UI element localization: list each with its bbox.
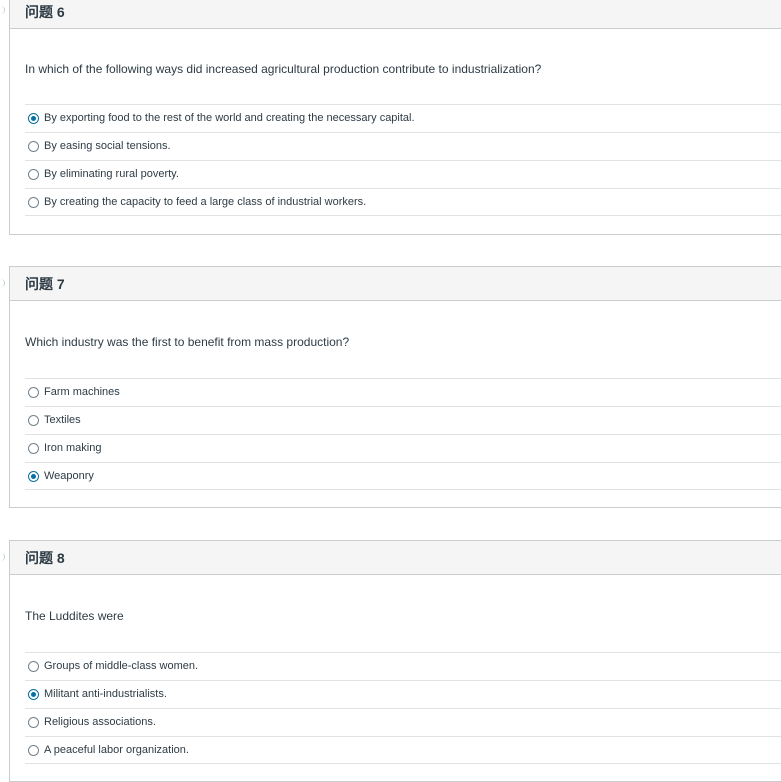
answer-option[interactable]: Farm machines bbox=[25, 378, 781, 406]
answer-label: Farm machines bbox=[44, 386, 120, 398]
question-8: 问题 8 The Luddites were Groups of middle-… bbox=[9, 540, 781, 782]
question-header: 问题 8 bbox=[10, 541, 781, 575]
answer-option[interactable]: By easing social tensions. bbox=[25, 132, 781, 160]
radio-icon[interactable] bbox=[28, 197, 39, 208]
answer-option[interactable]: Groups of middle-class women. bbox=[25, 652, 781, 680]
answer-option[interactable]: Militant anti-industrialists. bbox=[25, 680, 781, 708]
radio-icon[interactable] bbox=[28, 141, 39, 152]
answer-option[interactable]: Weaponry bbox=[25, 462, 781, 490]
question-marker bbox=[0, 279, 5, 287]
question-marker bbox=[0, 6, 5, 14]
radio-selected-icon[interactable] bbox=[28, 471, 39, 482]
question-7: 问题 7 Which industry was the first to ben… bbox=[9, 266, 781, 508]
question-text: In which of the following ways did incre… bbox=[25, 62, 542, 76]
radio-icon[interactable] bbox=[28, 443, 39, 454]
answer-label: Weaponry bbox=[44, 470, 94, 482]
answer-label: Religious associations. bbox=[44, 716, 156, 728]
answer-label: Groups of middle-class women. bbox=[44, 660, 199, 672]
question-title: 问题 8 bbox=[25, 550, 65, 566]
radio-icon[interactable] bbox=[28, 387, 39, 398]
question-6: 问题 6 In which of the following ways did … bbox=[9, 0, 781, 235]
question-text: The Luddites were bbox=[25, 609, 124, 623]
answer-label: By easing social tensions. bbox=[44, 140, 171, 152]
radio-selected-icon[interactable] bbox=[28, 113, 39, 124]
answer-label: By creating the capacity to feed a large… bbox=[44, 196, 367, 208]
radio-selected-icon[interactable] bbox=[28, 689, 39, 700]
answer-option[interactable]: A peaceful labor organization. bbox=[25, 736, 781, 764]
radio-icon[interactable] bbox=[28, 169, 39, 180]
answer-label: By eliminating rural poverty. bbox=[44, 168, 179, 180]
radio-icon[interactable] bbox=[28, 661, 39, 672]
answer-option[interactable]: By exporting food to the rest of the wor… bbox=[25, 104, 781, 132]
question-header: 问题 7 bbox=[10, 267, 781, 301]
answer-option[interactable]: By creating the capacity to feed a large… bbox=[25, 188, 781, 216]
answer-list: Farm machines Textiles Iron making Weapo… bbox=[25, 378, 781, 490]
answer-option[interactable]: Textiles bbox=[25, 406, 781, 434]
answer-label: By exporting food to the rest of the wor… bbox=[44, 112, 415, 124]
question-header: 问题 6 bbox=[10, 0, 781, 29]
radio-icon[interactable] bbox=[28, 415, 39, 426]
radio-icon[interactable] bbox=[28, 717, 39, 728]
answer-label: Textiles bbox=[44, 414, 81, 426]
answer-option[interactable]: Religious associations. bbox=[25, 708, 781, 736]
answer-option[interactable]: By eliminating rural poverty. bbox=[25, 160, 781, 188]
answer-label: A peaceful labor organization. bbox=[44, 744, 189, 756]
answer-option[interactable]: Iron making bbox=[25, 434, 781, 462]
answer-list: By exporting food to the rest of the wor… bbox=[25, 104, 781, 216]
question-marker bbox=[0, 553, 5, 561]
question-text: Which industry was the first to benefit … bbox=[25, 335, 350, 349]
answer-list: Groups of middle-class women. Militant a… bbox=[25, 652, 781, 764]
radio-icon[interactable] bbox=[28, 745, 39, 756]
answer-label: Militant anti-industrialists. bbox=[44, 688, 167, 700]
question-title: 问题 6 bbox=[25, 4, 65, 20]
question-title: 问题 7 bbox=[25, 276, 65, 292]
answer-label: Iron making bbox=[44, 442, 102, 454]
